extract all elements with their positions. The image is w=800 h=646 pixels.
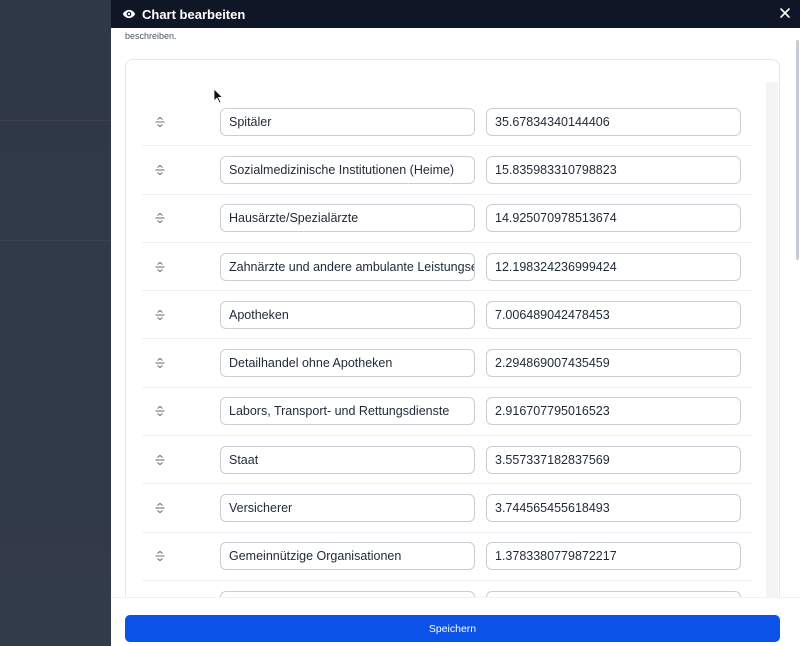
label-input[interactable]: Versicherer <box>220 494 475 523</box>
drag-handle-icon[interactable] <box>153 501 167 515</box>
table-row: Staat 3.557337182837569 <box>142 436 752 485</box>
value-input[interactable]: 3.557337182837569 <box>486 445 741 474</box>
value-input[interactable]: 15.835983310798823 <box>486 155 741 184</box>
label-input[interactable]: Labors, Transport- und Rettungsdienste <box>220 397 475 426</box>
drag-handle-icon[interactable] <box>153 163 167 177</box>
drawer-title: Chart bearbeiten <box>142 6 246 22</box>
table-row: Versicherer 3.744565455618493 <box>142 484 752 533</box>
label-input[interactable]: Sozialmedizinische Institutionen (Heime) <box>220 155 475 184</box>
drawer-scrollbar[interactable] <box>796 40 799 260</box>
drag-handle-icon[interactable] <box>153 404 167 418</box>
value-input[interactable]: 3.744565455618493 <box>486 494 741 523</box>
table-scrollbar-track[interactable] <box>766 82 778 618</box>
label-input[interactable]: Gemeinnützige Organisationen <box>220 542 475 571</box>
value-input[interactable]: 2.916707795016523 <box>486 397 741 426</box>
drag-handle-icon[interactable] <box>153 211 167 225</box>
label-input[interactable]: Hausärzte/Spezialärzte <box>220 204 475 233</box>
drag-handle-icon[interactable] <box>153 260 167 274</box>
value-input[interactable]: 35.67834340144406 <box>486 107 741 136</box>
background-divider <box>0 120 111 121</box>
table-row: Apotheken 7.006489042478453 <box>142 291 752 340</box>
value-input[interactable]: 1.3783380779872217 <box>486 542 741 571</box>
drag-handle-icon[interactable] <box>153 356 167 370</box>
close-icon[interactable] <box>778 6 792 20</box>
data-table-card: Spitäler 35.67834340144406 Sozialmedizinis… <box>125 59 780 619</box>
table-row: Gemeinnützige Organisationen 1.3783380779… <box>142 533 752 581</box>
value-input[interactable]: 2.294869007435459 <box>486 349 741 378</box>
drawer-description: beschreiben. <box>125 31 177 41</box>
value-input[interactable]: 12.198324236999424 <box>486 252 741 281</box>
value-input[interactable]: 14.925070978513674 <box>486 204 741 233</box>
drag-handle-icon[interactable] <box>153 308 167 322</box>
drag-handle-icon[interactable] <box>153 115 167 129</box>
save-button[interactable]: Speichern <box>125 615 780 642</box>
table-row: Zahnärzte und andere ambulante Leistungs… <box>142 243 752 292</box>
label-input[interactable]: Spitäler <box>220 107 475 136</box>
table-row: Detailhandel ohne Apotheken 2.29486900743… <box>142 339 752 388</box>
table-row: Spitäler 35.67834340144406 <box>142 98 752 147</box>
mouse-pointer-icon <box>213 88 225 104</box>
background-sidebar <box>0 0 111 646</box>
value-input[interactable]: 7.006489042478453 <box>486 300 741 329</box>
background-divider <box>0 240 111 241</box>
label-input[interactable]: Detailhandel ohne Apotheken <box>220 349 475 378</box>
drag-handle-icon[interactable] <box>153 453 167 467</box>
drawer-header: Chart bearbeiten <box>111 0 800 28</box>
data-rows: Spitäler 35.67834340144406 Sozialmedizinis… <box>142 98 752 618</box>
eye-icon <box>122 7 136 21</box>
table-row: Sozialmedizinische Institutionen (Heime)… <box>142 146 752 195</box>
label-input[interactable]: Zahnärzte und andere ambulante Leistungs… <box>220 252 475 281</box>
table-row: Hausärzte/Spezialärzte 14.925070978513674 <box>142 195 752 243</box>
footer-bar: Speichern <box>111 597 800 646</box>
drag-handle-icon[interactable] <box>153 549 167 563</box>
label-input[interactable]: Staat <box>220 445 475 474</box>
table-row: Labors, Transport- und Rettungsdienste 2.… <box>142 388 752 437</box>
label-input[interactable]: Apotheken <box>220 300 475 329</box>
